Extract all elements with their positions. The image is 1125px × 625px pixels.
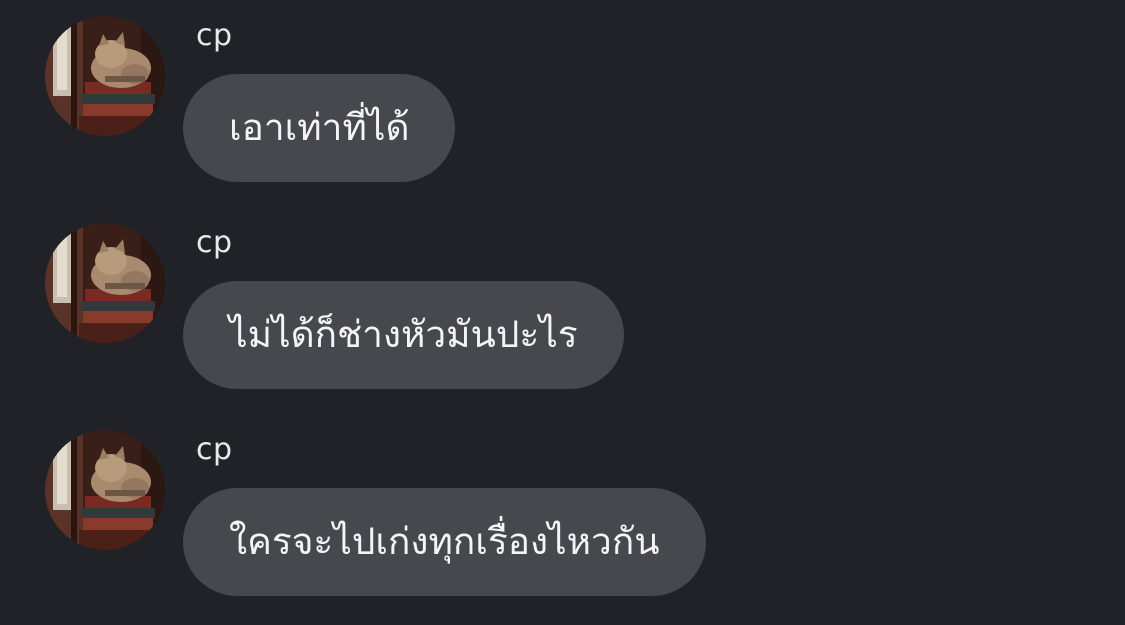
- sender-name: cp: [196, 225, 233, 260]
- message-group: cp ใครจะไปเก่งทุกเรื่องไหวกัน: [0, 430, 1125, 620]
- message-bubble[interactable]: ไม่ได้ก็ช่างหัวมันปะไร: [183, 281, 624, 389]
- message-bubble[interactable]: ใครจะไปเก่งทุกเรื่องไหวกัน: [183, 488, 706, 596]
- avatar-cat-photo: [45, 16, 165, 136]
- chat-thread: cp เอาเท่าที่ได้ cp ไม่ได้ก็ช่างหัวมันปะ…: [0, 0, 1125, 625]
- avatar[interactable]: [45, 16, 165, 136]
- avatar[interactable]: [45, 223, 165, 343]
- sender-name: cp: [196, 18, 233, 53]
- avatar-cat-photo: [45, 223, 165, 343]
- sender-name: cp: [196, 432, 233, 467]
- avatar-cat-photo: [45, 430, 165, 550]
- message-group: cp เอาเท่าที่ได้: [0, 16, 1125, 206]
- message-group: cp ไม่ได้ก็ช่างหัวมันปะไร: [0, 223, 1125, 413]
- avatar[interactable]: [45, 430, 165, 550]
- message-bubble[interactable]: เอาเท่าที่ได้: [183, 74, 456, 182]
